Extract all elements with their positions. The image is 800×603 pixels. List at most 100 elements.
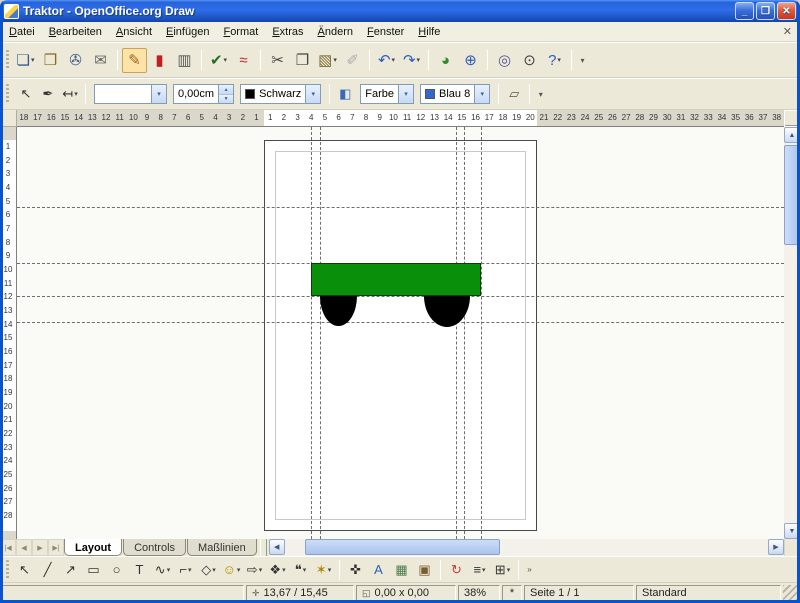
tab-next-button[interactable]: ▶ <box>32 539 48 556</box>
edit-points-icon[interactable]: ✜ <box>344 559 367 581</box>
horizontal-scrollbar[interactable]: ◀ ▶ <box>269 539 784 556</box>
stars-icon[interactable]: ✶▾ <box>312 559 335 581</box>
callouts-icon-dropdown[interactable]: ▾ <box>303 566 307 574</box>
drawing-canvas[interactable] <box>17 127 784 539</box>
line-width-input[interactable]: 0,00cm ▲ ▼ <box>173 84 234 104</box>
auto-spellcheck-icon[interactable]: ≈ <box>231 48 256 73</box>
arrange-icon-dropdown[interactable]: ▾ <box>507 566 511 574</box>
menu-bearbeiten[interactable]: Bearbeiten <box>42 23 109 41</box>
undo-icon[interactable]: ↶▾ <box>374 48 399 73</box>
toolbar-options-icon[interactable]: ▾ <box>576 48 589 73</box>
status-zoom[interactable]: 38% <box>458 585 500 601</box>
tab-splitter[interactable] <box>260 539 267 556</box>
help-icon[interactable]: ?▾ <box>542 48 567 73</box>
tab-prev-button[interactable]: ◀ <box>16 539 32 556</box>
status-size[interactable]: ◱ 0,00 x 0,00 <box>356 585 456 601</box>
flowchart-icon[interactable]: ❖▾ <box>266 559 289 581</box>
curve-icon-dropdown[interactable]: ▾ <box>167 566 171 574</box>
menu-aendern[interactable]: Ändern <box>311 23 360 41</box>
resize-grip[interactable] <box>783 585 797 601</box>
save-icon[interactable]: ✇ <box>63 48 88 73</box>
status-page[interactable]: Seite 1 / 1 <box>524 585 634 601</box>
scroll-down-icon[interactable]: ▼ <box>784 523 800 539</box>
arrow-style-icon-dropdown[interactable]: ▾ <box>74 90 78 98</box>
hyperlink-icon[interactable]: ⊕ <box>458 48 483 73</box>
fontwork-icon[interactable]: A <box>367 559 390 581</box>
text-icon[interactable]: T <box>128 559 151 581</box>
connector-icon[interactable]: ⌐▾ <box>174 559 197 581</box>
new-icon[interactable]: ❏▾ <box>13 48 38 73</box>
navigator-icon[interactable]: ◎ <box>492 48 517 73</box>
maximize-button[interactable]: ❐ <box>756 2 775 20</box>
vertical-guide[interactable] <box>481 127 482 539</box>
scroll-up-icon[interactable]: ▲ <box>784 127 800 143</box>
line-properties-icon[interactable]: ✒ <box>37 83 59 105</box>
chevron-down-icon[interactable]: ▾ <box>151 85 166 103</box>
line-color-select[interactable]: Schwarz ▾ <box>240 84 321 104</box>
chevron-down-icon[interactable]: ▾ <box>474 85 489 103</box>
menu-datei[interactable]: Datei <box>2 23 42 41</box>
vertical-guide[interactable] <box>320 127 321 539</box>
menu-ansicht[interactable]: Ansicht <box>109 23 159 41</box>
tab-last-button[interactable]: ▶| <box>48 539 64 556</box>
scroll-right-icon[interactable]: ▶ <box>768 539 784 555</box>
block-arrows-icon[interactable]: ⇨▾ <box>243 559 266 581</box>
menu-hilfe[interactable]: Hilfe <box>411 23 447 41</box>
status-position[interactable]: ✛ 13,67 / 15,45 <box>246 585 354 601</box>
ruler-corner-button[interactable] <box>784 110 800 127</box>
stars-icon-dropdown[interactable]: ▾ <box>328 566 332 574</box>
edit-file-icon[interactable]: ✎ <box>122 48 147 73</box>
toolbar-options-icon[interactable]: ▾ <box>534 83 547 105</box>
spellcheck-icon-dropdown[interactable]: ▾ <box>224 56 228 64</box>
vertical-guide[interactable] <box>456 127 457 539</box>
line-style-select[interactable]: ▾ <box>94 84 167 104</box>
paste-icon-dropdown[interactable]: ▾ <box>333 56 337 64</box>
horizontal-guide[interactable] <box>17 296 784 297</box>
title-bar[interactable]: Traktor - OpenOffice.org Draw _ ❐ ✕ <box>0 0 800 22</box>
horizontal-scroll-track[interactable] <box>285 539 768 555</box>
symbol-shapes-icon[interactable]: ☺▾ <box>220 559 243 581</box>
trailer-body[interactable] <box>311 263 481 296</box>
basic-shapes-icon[interactable]: ◇▾ <box>197 559 220 581</box>
alignment-icon[interactable]: ≡▾ <box>468 559 491 581</box>
block-arrows-icon-dropdown[interactable]: ▾ <box>259 566 263 574</box>
chevron-down-icon[interactable]: ▾ <box>398 85 413 103</box>
vertical-scroll-thumb[interactable] <box>784 145 800 245</box>
shadow-icon[interactable]: ▱ <box>503 83 525 105</box>
toolbar-grip[interactable] <box>6 50 9 70</box>
status-style[interactable]: Standard <box>636 585 781 601</box>
symbol-shapes-icon-dropdown[interactable]: ▾ <box>237 566 241 574</box>
close-button[interactable]: ✕ <box>777 2 796 20</box>
format-paintbrush-icon[interactable]: ✐ <box>340 48 365 73</box>
zoom-icon[interactable]: ⊙ <box>517 48 542 73</box>
copy-icon[interactable]: ❐ <box>290 48 315 73</box>
export-pdf-icon[interactable]: ▮ <box>147 48 172 73</box>
vertical-ruler[interactable]: 1234567891011121314151617181920212223242… <box>0 127 17 539</box>
tab-controls[interactable]: Controls <box>123 539 186 556</box>
document-close-icon[interactable]: ✕ <box>777 25 798 38</box>
select-icon[interactable]: ↖ <box>15 83 37 105</box>
arrange-icon[interactable]: ⊞▾ <box>491 559 514 581</box>
vertical-guide[interactable] <box>311 127 312 539</box>
toolbar-options-icon[interactable]: » <box>523 559 536 581</box>
new-icon-dropdown[interactable]: ▾ <box>31 56 35 64</box>
vertical-scroll-track[interactable] <box>784 143 800 523</box>
menu-fenster[interactable]: Fenster <box>360 23 411 41</box>
spellcheck-icon[interactable]: ✔▾ <box>206 48 231 73</box>
gallery-icon[interactable]: ▣ <box>413 559 436 581</box>
rectangle-icon[interactable]: ▭ <box>82 559 105 581</box>
arrow-icon[interactable]: ↗ <box>59 559 82 581</box>
undo-icon-dropdown[interactable]: ▾ <box>392 56 396 64</box>
tab-first-button[interactable]: |◀ <box>0 539 16 556</box>
redo-icon[interactable]: ↷▾ <box>399 48 424 73</box>
rotate-icon[interactable]: ↻ <box>445 559 468 581</box>
alignment-icon-dropdown[interactable]: ▾ <box>482 566 486 574</box>
redo-icon-dropdown[interactable]: ▾ <box>417 56 421 64</box>
chevron-down-icon[interactable]: ▾ <box>305 85 320 103</box>
picture-icon[interactable]: ▦ <box>390 559 413 581</box>
vertical-guide[interactable] <box>464 127 465 539</box>
flowchart-icon-dropdown[interactable]: ▾ <box>282 566 286 574</box>
fill-type-select[interactable]: Farbe ▾ <box>360 84 414 104</box>
horizontal-scroll-thumb[interactable] <box>305 539 500 555</box>
open-icon[interactable]: ❒ <box>38 48 63 73</box>
